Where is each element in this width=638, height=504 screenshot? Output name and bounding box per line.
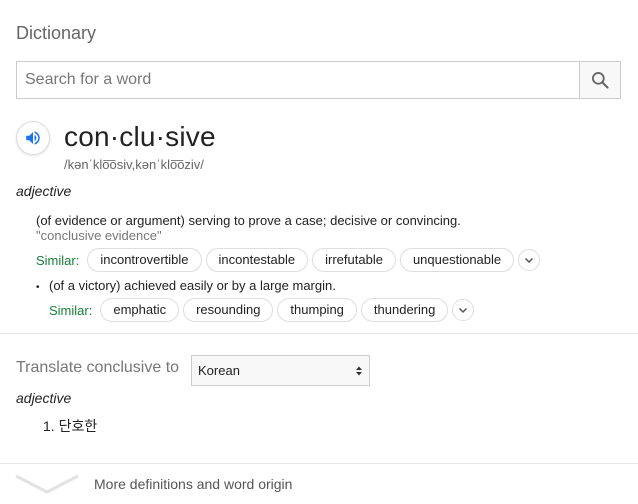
headword: con·clu·sive: [64, 121, 216, 152]
similar-label: Similar:: [49, 302, 93, 318]
sense-bullet: •: [36, 282, 40, 293]
similar-row-1: Similar: incontrovertible incontestable …: [36, 248, 541, 272]
similar-chip[interactable]: resounding: [183, 298, 274, 322]
similar-chip[interactable]: thumping: [277, 298, 357, 322]
similar-row-2: Similar: emphatic resounding thumping th…: [49, 298, 475, 322]
example-1: "conclusive evidence": [36, 228, 162, 243]
footer-divider: [0, 463, 638, 464]
translate-label: Translate conclusive to: [16, 359, 180, 376]
similar-chip[interactable]: irrefutable: [312, 248, 396, 272]
translation-item: 1. 단호한: [43, 416, 97, 436]
search-button[interactable]: [579, 62, 620, 98]
similar-chip[interactable]: emphatic: [100, 298, 180, 322]
part-of-speech: adjective: [16, 183, 72, 199]
expand-similar-button[interactable]: [518, 249, 541, 271]
more-definitions-link[interactable]: More definitions and word origin: [94, 476, 292, 492]
definition-1: (of evidence or argument) serving to pro…: [36, 213, 461, 228]
search-box: [16, 61, 621, 99]
chevron-down-icon: [525, 257, 534, 264]
translation-number: 1.: [43, 418, 55, 434]
chevron-down-icon: [15, 474, 79, 494]
language-select[interactable]: Korean: [191, 355, 370, 386]
search-icon: [592, 72, 609, 89]
language-select-value: Korean: [198, 363, 240, 378]
definition-2: (of a victory) achieved easily or by a l…: [49, 278, 336, 293]
speaker-icon: [26, 131, 40, 145]
more-definitions-toggle[interactable]: [14, 472, 80, 501]
chevron-down-icon: [459, 307, 468, 314]
similar-chip[interactable]: unquestionable: [399, 248, 515, 272]
section-divider: [0, 333, 638, 334]
search-input[interactable]: [17, 62, 579, 98]
similar-chip[interactable]: thundering: [360, 298, 449, 322]
expand-similar-button[interactable]: [452, 299, 475, 321]
translation-part-of-speech: adjective: [16, 390, 72, 406]
similar-chip[interactable]: incontestable: [205, 248, 309, 272]
similar-chip[interactable]: incontrovertible: [87, 248, 202, 272]
similar-label: Similar:: [36, 252, 80, 268]
pronunciation-button[interactable]: [16, 121, 50, 155]
dictionary-title: Dictionary: [16, 23, 97, 43]
phonetic-spelling: /kənˈklo͞osiv,kənˈklo͞oziv/: [64, 157, 204, 172]
translation-text: 단호한: [58, 418, 98, 434]
select-arrows-icon: [355, 365, 363, 377]
